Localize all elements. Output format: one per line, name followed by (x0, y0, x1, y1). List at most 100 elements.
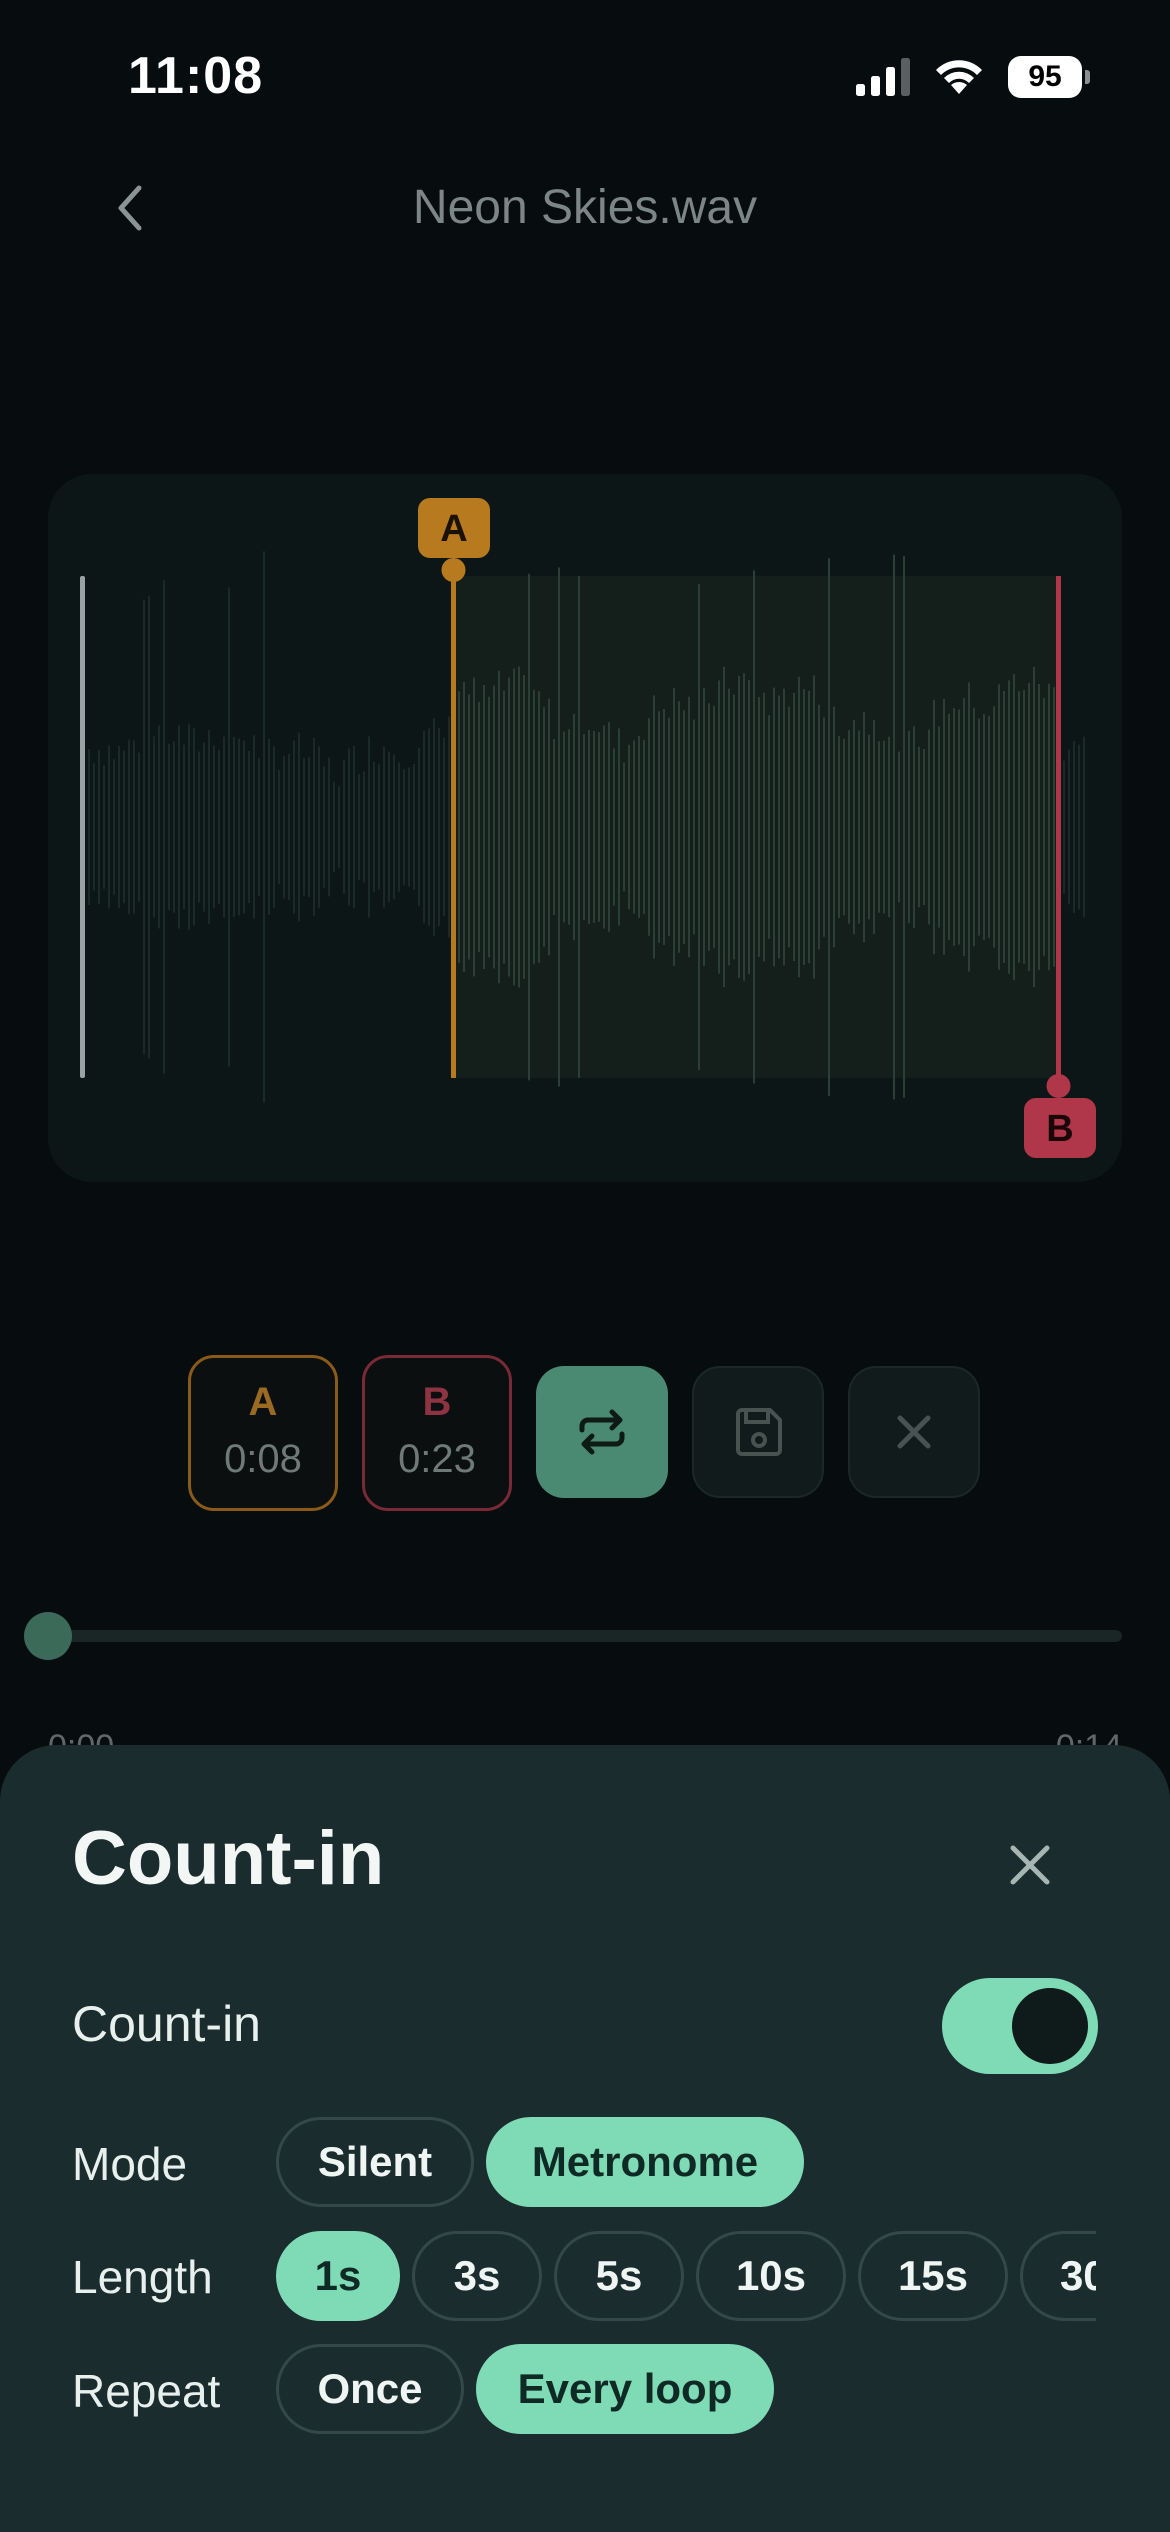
waveform-bar (488, 696, 490, 958)
waveform-bar (958, 709, 960, 945)
waveform-bar (723, 666, 725, 988)
waveform-bar (313, 738, 315, 916)
waveform-bar (603, 725, 605, 929)
waveform-bar (443, 737, 445, 917)
loop-toggle-button[interactable] (536, 1366, 668, 1498)
b-label: B (422, 1380, 452, 1424)
waveform-bar (688, 696, 690, 958)
b-time: 0:23 (398, 1437, 476, 1481)
battery-indicator: 95 (1008, 56, 1090, 98)
length-chip-5s[interactable]: 5s (554, 2231, 684, 2321)
length-chip-30s[interactable]: 30s (1020, 2231, 1096, 2321)
waveform-bar (758, 696, 760, 958)
playhead[interactable] (80, 576, 85, 1078)
waveform-bar (473, 677, 475, 977)
waveform-bar (173, 741, 175, 913)
length-chip-1s[interactable]: 1s (276, 2231, 400, 2321)
waveform-bar (543, 707, 545, 947)
waveform-bar (348, 748, 350, 906)
mode-chip-silent[interactable]: Silent (276, 2117, 474, 2207)
waveform-bar (233, 736, 235, 918)
waveform-bar (463, 682, 465, 972)
waveform-bar (398, 762, 400, 892)
save-loop-button[interactable] (692, 1366, 824, 1498)
count-in-toggle[interactable] (942, 1978, 1098, 2074)
waveform-bar (358, 773, 360, 881)
waveform-bar (208, 730, 210, 924)
waveform-bar (778, 695, 780, 959)
waveform-bar (308, 757, 310, 897)
repeat-chips: Once Every loop (276, 2344, 1096, 2436)
waveform-bar (448, 716, 450, 938)
waveform-bar (183, 744, 185, 910)
waveform-bar (668, 717, 670, 937)
waveform-bar (218, 749, 220, 905)
page-title: Neon Skies.wav (412, 181, 758, 234)
waveform-bar (843, 738, 845, 916)
waveform-bar (748, 680, 750, 974)
waveform-bar (263, 551, 265, 1103)
waveform-bar (658, 711, 660, 943)
clear-loop-button[interactable] (848, 1366, 980, 1498)
mode-chips: Silent Metronome (276, 2117, 1096, 2209)
waveform-bar (523, 675, 525, 979)
waveform-bar (323, 766, 325, 888)
set-a-button[interactable]: A 0:08 (188, 1355, 338, 1511)
waveform-bar (283, 755, 285, 899)
waveform-bar (663, 708, 665, 946)
back-button[interactable] (100, 178, 160, 238)
waveform-bar (848, 730, 850, 924)
waveform-bar (1048, 683, 1050, 971)
progress-thumb[interactable] (24, 1612, 72, 1660)
waveform-bar (363, 771, 365, 883)
waveform-bar (1013, 674, 1015, 980)
waveform-bar (288, 753, 290, 901)
waveform-bar (1008, 680, 1010, 974)
status-time: 11:08 (128, 47, 264, 105)
wifi-icon (936, 60, 982, 94)
marker-b-label: B (1046, 1108, 1073, 1150)
waveform-bar (303, 758, 305, 896)
waveform-bar (188, 724, 190, 930)
waveform-bar (878, 741, 880, 913)
waveform-bar (998, 684, 1000, 970)
waveform-bar (898, 751, 900, 903)
sheet-close-button[interactable] (990, 1825, 1070, 1905)
progress-track[interactable] (48, 1630, 1122, 1642)
waveform-bar (573, 713, 575, 941)
waveform-bar (143, 599, 145, 1055)
waveform-bar (568, 729, 570, 925)
mode-chip-metronome[interactable]: Metronome (486, 2117, 804, 2207)
waveform-bar (373, 761, 375, 893)
repeat-chip-once[interactable]: Once (276, 2344, 464, 2434)
waveform-bar (588, 730, 590, 924)
waveform-bar (873, 719, 875, 935)
waveform-bar (258, 757, 260, 897)
waveform-card[interactable]: A B (48, 474, 1122, 1182)
waveform-bar (738, 675, 740, 979)
waveform-bar (728, 688, 730, 966)
length-chip-15s[interactable]: 15s (858, 2231, 1008, 2321)
waveform-bar (93, 763, 95, 891)
save-icon (736, 1408, 782, 1456)
waveform-bar (838, 736, 840, 918)
waveform-bar (213, 745, 215, 909)
waveform-bar (513, 668, 515, 986)
waveform-bar (923, 748, 925, 906)
waveform-bar (598, 732, 600, 922)
length-chip-10s[interactable]: 10s (696, 2231, 846, 2321)
repeat-chip-every-loop[interactable]: Every loop (476, 2344, 774, 2434)
length-chip-3s[interactable]: 3s (412, 2231, 542, 2321)
clear-icon (897, 1415, 931, 1449)
set-b-button[interactable]: B 0:23 (362, 1355, 512, 1511)
waveform-bar (248, 750, 250, 904)
waveform-bar (703, 688, 705, 966)
waveform-bar (203, 742, 205, 912)
waveform-bar (973, 707, 975, 947)
waveform-bar (1038, 683, 1040, 971)
waveform[interactable]: A B (48, 474, 1122, 1182)
waveform-bar (503, 690, 505, 964)
waveform-bar (193, 728, 195, 926)
waveform-bar (478, 701, 480, 953)
waveform-bar (788, 706, 790, 948)
